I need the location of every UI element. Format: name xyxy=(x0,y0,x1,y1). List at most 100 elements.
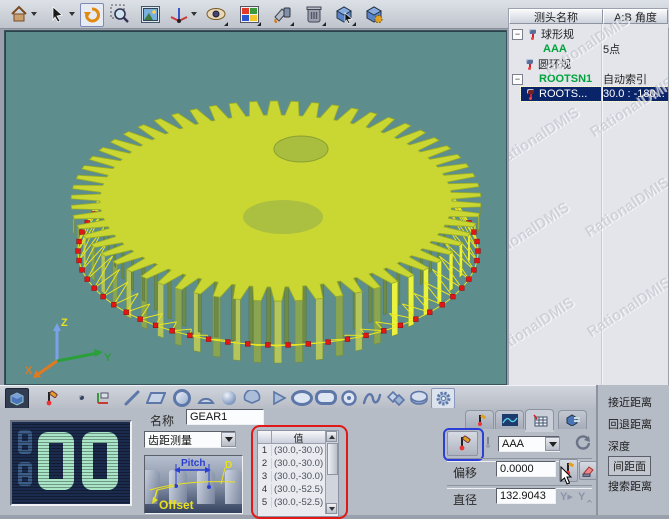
offset-input[interactable]: 0.0000 xyxy=(496,461,556,477)
plane-icon[interactable] xyxy=(145,388,167,407)
tree-col-probe-name[interactable]: 测头名称 xyxy=(509,9,603,24)
tree-value: 30.0 : -180... xyxy=(603,88,665,100)
scroll-up-icon[interactable] xyxy=(326,431,337,442)
tab-report[interactable] xyxy=(558,410,587,429)
delete-icon[interactable] xyxy=(303,3,325,25)
measure-mode-dropdown-icon[interactable] xyxy=(221,432,236,447)
tree-label: 球形规 xyxy=(541,26,574,42)
tree-row-sphere-gauge[interactable]: − 球形规 xyxy=(509,27,668,41)
gear-model: Z Y X xyxy=(5,31,504,382)
select-cursor-icon[interactable] xyxy=(46,3,68,25)
ellipse-icon[interactable] xyxy=(291,388,313,407)
tree-column-divider xyxy=(601,24,603,386)
measure-mode-value: 齿距测量 xyxy=(148,432,192,448)
tree-row-ring-gauge[interactable]: 圆环规 xyxy=(509,57,668,71)
scroll-thumb[interactable] xyxy=(327,443,338,475)
axis-triad-icon: Z Y X xyxy=(25,317,112,378)
probe-direction-icon[interactable]: Y▸ xyxy=(560,490,573,503)
probe-select-value: AAA xyxy=(502,438,524,450)
scroll-down-icon[interactable] xyxy=(326,503,337,514)
cylinder-icon[interactable] xyxy=(408,388,430,407)
name-input[interactable]: GEAR1 xyxy=(186,409,264,425)
coordinate-icon[interactable] xyxy=(91,388,113,407)
sphere-icon[interactable] xyxy=(218,388,240,407)
watermark-text: RationalDMIS xyxy=(584,274,668,341)
probe-icon xyxy=(525,88,537,100)
row-index: 2 xyxy=(258,458,272,469)
depth-label: 深度 xyxy=(608,438,630,454)
render-tools-icon[interactable] xyxy=(271,3,293,25)
color-palette-icon[interactable] xyxy=(238,3,260,25)
probe-direction-alt-icon[interactable]: Y‸ xyxy=(578,490,593,503)
index-column-header[interactable] xyxy=(258,431,272,444)
visibility-eye-icon[interactable] xyxy=(205,3,227,25)
zoom-window-icon[interactable] xyxy=(109,3,131,25)
spacing-face-button[interactable]: 间距面 xyxy=(608,456,651,476)
collapse-icon[interactable]: − xyxy=(512,74,523,85)
axis-z-label: Z xyxy=(61,317,68,329)
curve-icon[interactable] xyxy=(361,388,383,407)
tree-row-rootsn1[interactable]: − ROOTSN1 自动索引 xyxy=(509,72,668,86)
cursor-dropdown-icon[interactable] xyxy=(69,12,75,16)
tree-label: AAA xyxy=(543,43,567,55)
row-index: 1 xyxy=(258,445,272,456)
tree-header: 测头名称 A:B 角度 xyxy=(509,9,668,24)
render-submenu-mark xyxy=(290,22,294,26)
row-value: (30.0,-52.5) xyxy=(272,484,323,495)
value-column-header[interactable]: 值 xyxy=(272,431,326,444)
cone-icon[interactable] xyxy=(268,388,290,407)
view-image-icon[interactable] xyxy=(139,3,161,25)
rotate-view-icon[interactable] xyxy=(80,3,104,27)
tree-row-roots-selected[interactable]: ROOTS... 30.0 : -180... xyxy=(521,87,668,101)
watermark-text: RationalDMIS xyxy=(508,104,583,171)
view-cube-icon[interactable] xyxy=(5,388,29,409)
dome-icon[interactable] xyxy=(241,388,263,407)
home-icon[interactable] xyxy=(8,3,30,25)
point-counter-display xyxy=(10,420,132,506)
delete-submenu-mark xyxy=(322,22,326,26)
coordinate-dropdown-icon[interactable] xyxy=(191,12,197,16)
arc-icon[interactable] xyxy=(195,388,217,407)
solid-settings-icon[interactable] xyxy=(363,3,385,25)
probe-tree-panel: 测头名称 A:B 角度 − 球形规 AAA 5点 圆环规 − ROOTSN1 自… xyxy=(508,8,668,387)
tab-probe[interactable] xyxy=(465,410,494,429)
tab-graph[interactable] xyxy=(495,410,524,429)
row-value: (30.0,-30.0) xyxy=(272,445,323,456)
home-dropdown-icon[interactable] xyxy=(31,12,37,16)
row-index: 3 xyxy=(258,471,272,482)
row-value: (30.0,-52.5) xyxy=(272,497,323,508)
pick-solid-icon[interactable] xyxy=(333,3,355,25)
point-icon[interactable] xyxy=(70,388,92,407)
refresh-icon[interactable] xyxy=(574,434,592,455)
probe-select-dropdown-icon[interactable] xyxy=(545,437,560,451)
d-label: D xyxy=(225,460,232,471)
tree-label: 圆环规 xyxy=(538,56,571,72)
retract-distance-label: 回退距离 xyxy=(608,416,652,432)
watermark-text: RationalDMIS xyxy=(582,174,668,241)
probe-mode-button[interactable] xyxy=(447,431,478,456)
probe-hammer-icon[interactable] xyxy=(38,388,60,407)
3d-viewport[interactable]: Z Y X xyxy=(4,30,507,385)
diameter-input[interactable]: 132.9043 xyxy=(496,488,556,504)
torus-icon[interactable] xyxy=(338,388,360,407)
table-scrollbar[interactable] xyxy=(325,431,338,514)
offset-label: Offset xyxy=(159,498,194,512)
probe-icon xyxy=(524,58,536,70)
prism-icon[interactable] xyxy=(385,388,407,407)
circle-icon[interactable] xyxy=(171,388,193,407)
slot-icon[interactable] xyxy=(315,388,337,407)
pitch-diagram: Pitch D Offset xyxy=(144,455,243,514)
gear-icon[interactable] xyxy=(431,388,455,409)
clear-offset-button[interactable] xyxy=(579,461,597,480)
line-icon[interactable] xyxy=(121,388,143,407)
distance-panel: 接近距离 回退距离 深度 间距面 搜索距离 xyxy=(598,385,669,515)
eye-submenu-mark xyxy=(224,22,228,26)
offset-value: 0.0000 xyxy=(500,463,534,475)
tree-col-angle[interactable]: A:B 角度 xyxy=(603,9,668,24)
collapse-icon[interactable]: − xyxy=(512,29,523,40)
feature-toolbar xyxy=(0,385,596,409)
offset-label: 偏移 xyxy=(453,464,477,481)
tab-point-table[interactable] xyxy=(525,409,554,430)
tree-row-aaa[interactable]: AAA 5点 xyxy=(509,42,668,56)
coordinate-system-icon[interactable] xyxy=(168,3,190,25)
